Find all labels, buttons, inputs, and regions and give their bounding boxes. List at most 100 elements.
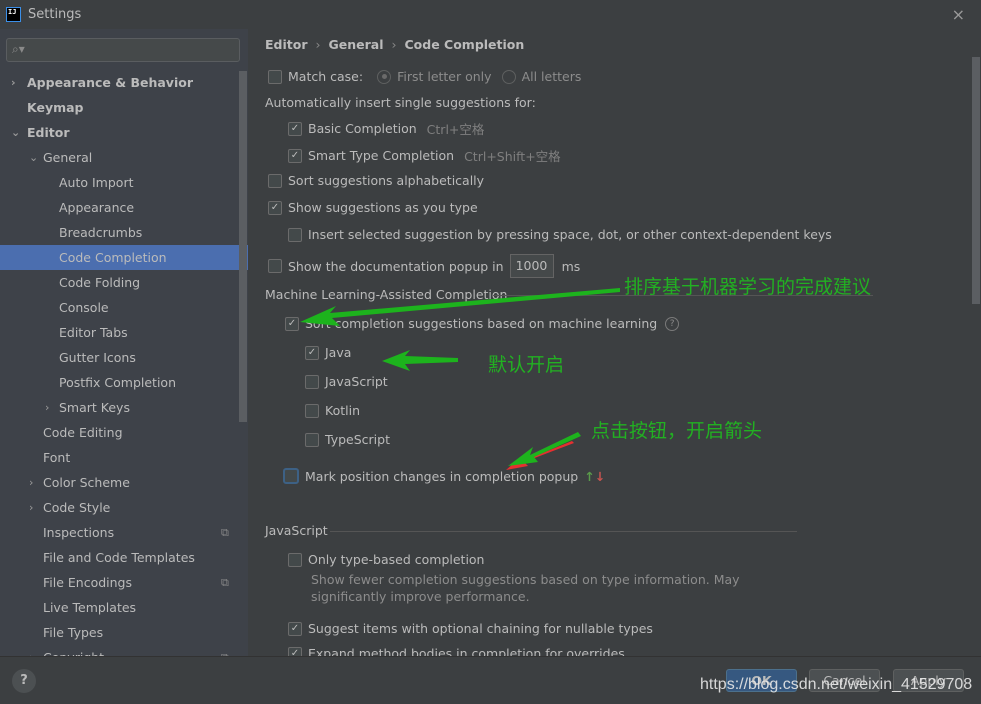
only-type-based-row: Only type-based completion <box>288 552 484 567</box>
sidebar-item-label: Breadcrumbs <box>59 225 143 240</box>
basic-completion-checkbox[interactable]: ✓ <box>288 121 302 136</box>
optional-chaining-row: ✓ Suggest items with optional chaining f… <box>288 621 653 636</box>
sidebar-item-postfix-completion[interactable]: Postfix Completion <box>0 370 239 395</box>
chevron-right-icon[interactable]: › <box>45 395 49 420</box>
content-scrollbar[interactable] <box>972 57 980 304</box>
ml-typescript-row: TypeScript <box>305 432 390 447</box>
chevron-down-icon[interactable]: ⌄ <box>29 145 38 170</box>
sidebar-item-code-folding[interactable]: Code Folding <box>0 270 239 295</box>
match-case-label: Match case: <box>288 69 364 84</box>
match-case-row: Match case: First letter only All letter… <box>268 69 581 84</box>
breadcrumb-general[interactable]: General <box>329 37 384 52</box>
mark-position-checkbox[interactable] <box>283 468 299 484</box>
sort-alpha-checkbox[interactable] <box>268 173 282 188</box>
expand-method-checkbox[interactable]: ✓ <box>288 646 302 656</box>
ml-javascript-checkbox[interactable] <box>305 374 319 389</box>
project-scope-icon: ⧉ <box>221 645 229 656</box>
breadcrumb-editor[interactable]: Editor <box>265 37 308 52</box>
help-button[interactable]: ? <box>12 669 36 693</box>
smart-type-completion-checkbox[interactable]: ✓ <box>288 148 302 163</box>
ml-typescript-checkbox[interactable] <box>305 432 319 447</box>
match-case-checkbox[interactable] <box>268 69 282 84</box>
sidebar-item-smart-keys[interactable]: › Smart Keys <box>0 395 239 420</box>
sidebar-item-label: Appearance & Behavior <box>27 75 193 90</box>
sidebar-item-auto-import[interactable]: Auto Import <box>0 170 239 195</box>
sidebar-item-label: File Encodings <box>43 575 133 590</box>
only-type-based-checkbox[interactable] <box>288 552 302 567</box>
help-icon[interactable]: ? <box>665 316 680 331</box>
sidebar-item-label: Code Editing <box>43 425 123 440</box>
sidebar-scrollbar[interactable] <box>239 71 247 422</box>
intellij-app-icon: IJ <box>6 7 21 22</box>
ms-label: ms <box>561 258 581 274</box>
search-input[interactable]: ⌕▾ <box>6 38 240 62</box>
watermark: https://blog.csdn.net/weixin_41529708 <box>700 676 973 693</box>
window-title: Settings <box>28 7 82 22</box>
sidebar-item-appearance[interactable]: Appearance <box>0 195 239 220</box>
ml-kotlin-checkbox[interactable] <box>305 403 319 418</box>
ml-java-row: ✓ Java <box>305 345 351 360</box>
js-section-divider <box>330 531 797 532</box>
mark-position-row: Mark position changes in completion popu… <box>283 468 605 484</box>
sidebar-item-editor-tabs[interactable]: Editor Tabs <box>0 320 239 345</box>
chevron-right-icon[interactable]: › <box>29 645 33 656</box>
breadcrumb: Editor › General › Code Completion <box>265 37 525 52</box>
show-as-type-checkbox[interactable]: ✓ <box>268 200 282 215</box>
close-icon[interactable]: × <box>952 5 965 24</box>
sidebar-item-appearance-behavior[interactable]: › Appearance & Behavior <box>0 70 239 95</box>
optional-chaining-checkbox[interactable]: ✓ <box>288 621 302 636</box>
sidebar-item-label: General <box>43 150 93 165</box>
project-scope-icon: ⧉ <box>221 576 229 589</box>
sidebar-item-font[interactable]: Font <box>0 445 239 470</box>
first-letter-radio[interactable] <box>377 69 392 84</box>
chevron-right-icon[interactable]: › <box>11 70 16 95</box>
sidebar-item-general[interactable]: ⌄ General <box>0 145 239 170</box>
sidebar-item-editor[interactable]: ⌄ Editor <box>0 120 239 145</box>
sidebar-item-code-style[interactable]: › Code Style <box>0 495 239 520</box>
sidebar-item-label: Gutter Icons <box>59 350 136 365</box>
sidebar-item-label: Copyright <box>43 645 104 656</box>
sort-alpha-row: Sort suggestions alphabetically <box>268 173 484 188</box>
search-icon: ⌕▾ <box>12 42 25 56</box>
sidebar-item-color-scheme[interactable]: › Color Scheme <box>0 470 239 495</box>
all-letters-label: All letters <box>521 69 582 84</box>
insert-selected-checkbox[interactable] <box>288 227 302 242</box>
chevron-right-icon[interactable]: › <box>29 495 33 520</box>
doc-popup-checkbox[interactable] <box>268 259 282 273</box>
js-section-title: JavaScript <box>265 523 328 538</box>
sidebar-item-label: Editor Tabs <box>59 325 128 340</box>
chevron-down-icon[interactable]: ⌄ <box>11 120 20 145</box>
sidebar-item-label: File Types <box>43 625 104 640</box>
ml-sort-row: ✓ Sort completion suggestions based on m… <box>285 316 680 331</box>
only-type-based-description: Show fewer completion suggestions based … <box>311 572 740 604</box>
smart-type-completion-row: ✓ Smart Type Completion Ctrl+Shift+空格 <box>288 146 561 165</box>
ml-sort-checkbox[interactable]: ✓ <box>285 316 299 331</box>
sidebar-item-label: File and Code Templates <box>43 550 195 565</box>
sidebar-item-label: Appearance <box>59 200 135 215</box>
sidebar-item-inspections[interactable]: Inspections ⧉ <box>0 520 239 545</box>
doc-popup-row: Show the documentation popup in 1000 ms <box>268 254 580 278</box>
sidebar-item-file-encodings[interactable]: File Encodings ⧉ <box>0 570 239 595</box>
chevron-right-icon[interactable]: › <box>29 470 33 495</box>
insert-selected-row: Insert selected suggestion by pressing s… <box>288 227 832 242</box>
sidebar-item-live-templates[interactable]: Live Templates <box>0 595 239 620</box>
sidebar-item-file-types[interactable]: File Types <box>0 620 239 645</box>
sidebar-item-file-and-code-templates[interactable]: File and Code Templates <box>0 545 239 570</box>
sidebar-item-gutter-icons[interactable]: Gutter Icons <box>0 345 239 370</box>
ml-kotlin-row: Kotlin <box>305 403 360 418</box>
sidebar-item-breadcrumbs[interactable]: Breadcrumbs <box>0 220 239 245</box>
sidebar-item-code-completion[interactable]: Code Completion <box>0 245 248 270</box>
annotation-ml-note: 排序基于机器学习的完成建议 <box>624 276 872 298</box>
settings-sidebar: ⌕▾ › Appearance & Behavior Keymap ⌄ Editor ⌄ G… <box>0 29 248 656</box>
sidebar-item-keymap[interactable]: Keymap <box>0 95 239 120</box>
sidebar-item-console[interactable]: Console <box>0 295 239 320</box>
sidebar-item-copyright[interactable]: › Copyright ⧉ <box>0 645 239 656</box>
doc-popup-delay-input[interactable]: 1000 <box>509 254 554 278</box>
settings-tree: › Appearance & Behavior Keymap ⌄ Editor ⌄ Gene… <box>0 70 248 656</box>
all-letters-radio[interactable] <box>501 69 516 84</box>
basic-completion-shortcut: Ctrl+空格 <box>426 122 485 137</box>
ml-javascript-row: JavaScript <box>305 374 388 389</box>
expand-method-row: ✓ Expand method bodies in completion for… <box>288 646 625 656</box>
ml-java-checkbox[interactable]: ✓ <box>305 345 319 360</box>
sidebar-item-code-editing[interactable]: Code Editing <box>0 420 239 445</box>
